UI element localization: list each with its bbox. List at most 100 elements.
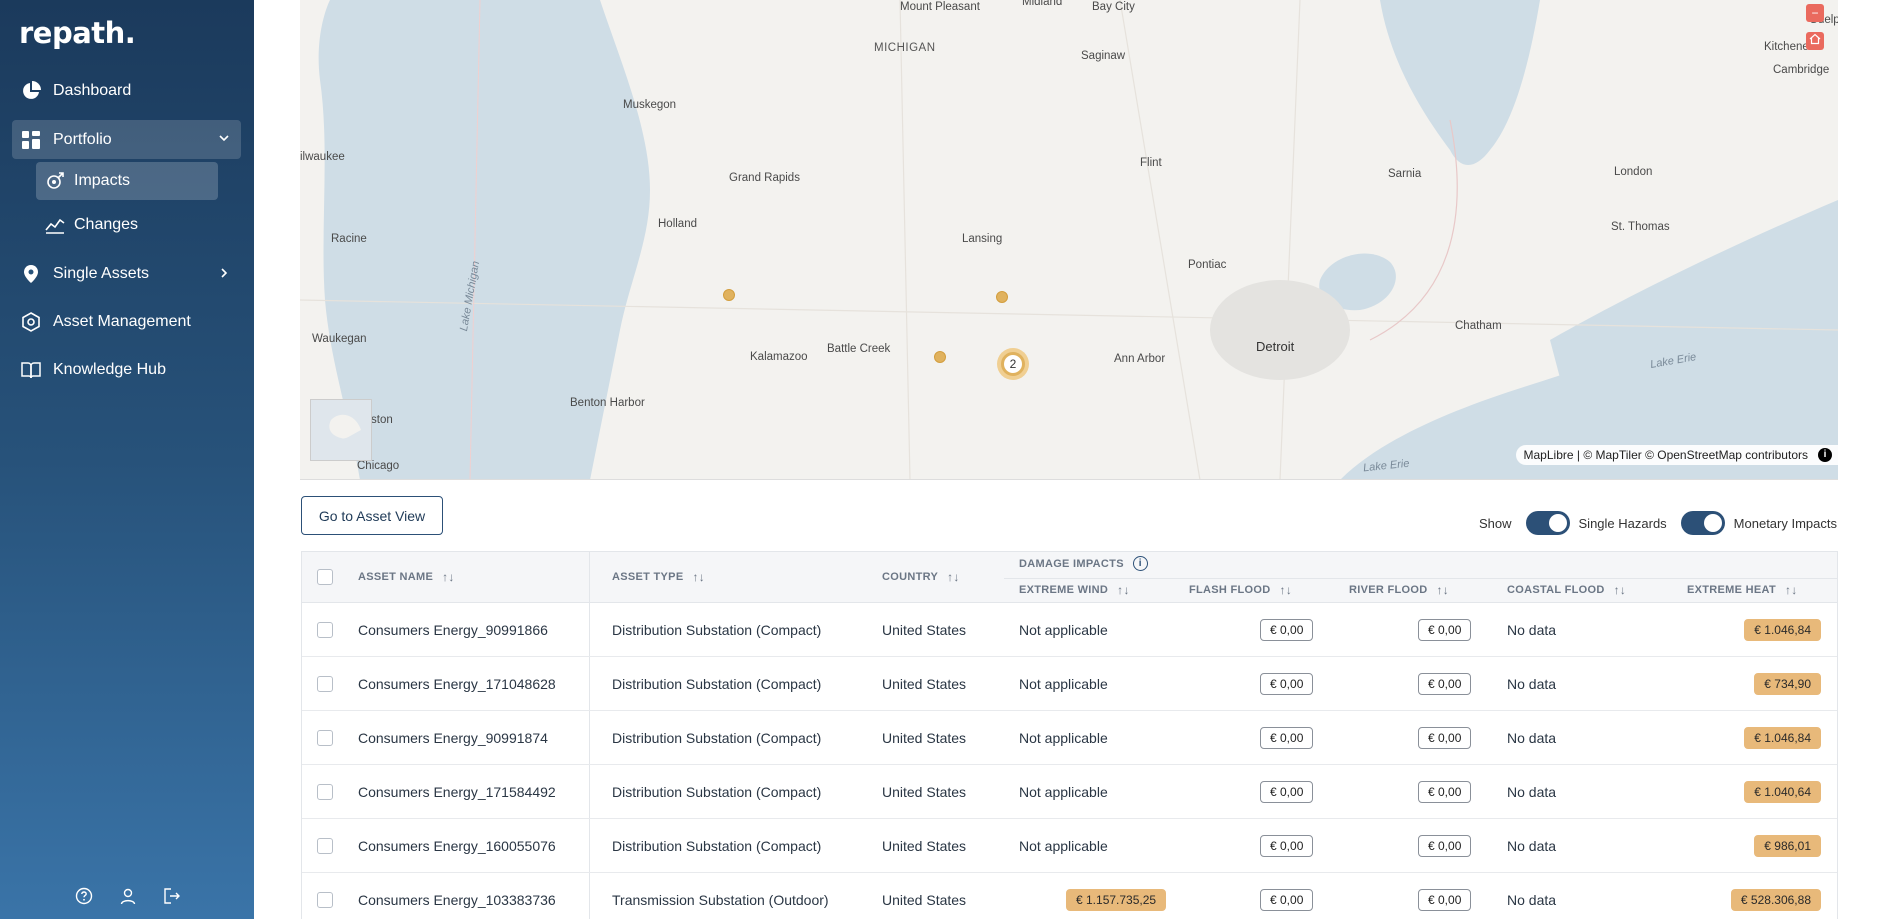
map-label: Grand Rapids (729, 172, 800, 184)
sidebar-item-portfolio[interactable]: Portfolio (12, 120, 241, 159)
pie-chart-icon (20, 80, 42, 102)
header-asset-type[interactable]: ASSET TYPE ↑↓ (612, 570, 705, 584)
asset-name-cell[interactable]: Consumers Energy_160055076 (358, 819, 556, 873)
sort-icon[interactable]: ↑↓ (947, 570, 960, 584)
extreme-wind-cell: Not applicable (1019, 730, 1108, 746)
single-hazards-toggle[interactable] (1525, 511, 1570, 535)
book-icon (20, 359, 42, 381)
sidebar-item-dashboard[interactable]: Dashboard (12, 72, 241, 110)
header-extreme-heat[interactable]: EXTREME HEAT ↑↓ (1687, 583, 1798, 597)
grid-icon (20, 129, 42, 151)
asset-name-cell[interactable]: Consumers Energy_171048628 (358, 657, 556, 711)
info-icon[interactable]: i (1818, 448, 1832, 462)
sort-icon[interactable]: ↑↓ (1436, 583, 1449, 597)
asset-marker[interactable] (934, 351, 946, 363)
row-checkbox[interactable] (317, 892, 333, 908)
header-label: ASSET NAME (358, 571, 434, 583)
river-flood-value: € 0,00 (1418, 673, 1472, 695)
table-row[interactable]: Consumers Energy_171584492 Distribution … (302, 765, 1837, 819)
monetary-impacts-label: Monetary Impacts (1733, 515, 1837, 531)
table-row[interactable]: Consumers Energy_103383736 Transmission … (302, 873, 1837, 919)
map-label: St. Thomas (1611, 221, 1670, 233)
sort-icon[interactable]: ↑↓ (442, 570, 455, 584)
sort-icon[interactable]: ↑↓ (1785, 583, 1798, 597)
sidebar-item-label: Asset Management (53, 313, 191, 330)
header-flash-flood[interactable]: FLASH FLOOD ↑↓ (1189, 583, 1292, 597)
sidebar-item-single-assets[interactable]: Single Assets (12, 255, 241, 293)
cluster-count: 2 (1001, 352, 1025, 376)
single-hazards-label: Single Hazards (1578, 515, 1667, 531)
row-checkbox[interactable] (317, 784, 333, 800)
extreme-wind-cell: Not applicable (1019, 838, 1108, 854)
help-icon[interactable] (72, 884, 96, 908)
sidebar-item-label: Dashboard (53, 82, 132, 99)
map-label: Benton Harbor (570, 397, 645, 409)
map-view[interactable]: Mount Pleasant Midland Bay City MICHIGAN… (300, 0, 1838, 480)
sidebar-item-knowledge-hub[interactable]: Knowledge Hub (12, 351, 241, 389)
row-checkbox[interactable] (317, 676, 333, 692)
map-base-layer (300, 0, 1838, 479)
asset-name-cell[interactable]: Consumers Energy_90991866 (358, 603, 548, 657)
header-coastal-flood[interactable]: COASTAL FLOOD ↑↓ (1507, 583, 1626, 597)
asset-name-cell[interactable]: Consumers Energy_103383736 (358, 873, 556, 919)
group-divider (1004, 578, 1837, 579)
river-flood-value: € 0,00 (1418, 781, 1472, 803)
extreme-wind-cell: Not applicable (1019, 784, 1108, 800)
asset-name-cell[interactable]: Consumers Energy_90991874 (358, 711, 548, 765)
table-row[interactable]: Consumers Energy_90991866 Distribution S… (302, 603, 1837, 657)
header-label: EXTREME HEAT (1687, 584, 1776, 596)
monetary-impacts-toggle[interactable] (1680, 511, 1725, 535)
asset-marker[interactable] (723, 289, 735, 301)
attribution-text: MapLibre | © MapTiler © OpenStreetMap co… (1523, 448, 1808, 462)
sort-icon[interactable]: ↑↓ (1117, 583, 1130, 597)
user-icon[interactable] (116, 884, 140, 908)
river-flood-value: € 0,00 (1418, 835, 1472, 857)
country-cell: United States (882, 784, 967, 800)
sidebar-subitem-changes[interactable]: Changes (36, 206, 218, 244)
map-label: Pontiac (1188, 259, 1227, 271)
select-all-checkbox[interactable] (317, 569, 333, 585)
asset-name-cell[interactable]: Consumers Energy_171584492 (358, 765, 556, 819)
extreme-wind-cell: Not applicable (1019, 676, 1108, 692)
header-extreme-wind[interactable]: EXTREME WIND ↑↓ (1019, 583, 1130, 597)
sort-icon[interactable]: ↑↓ (692, 570, 705, 584)
sidebar-subitem-impacts[interactable]: Impacts (36, 162, 218, 200)
sidebar-item-asset-management[interactable]: Asset Management (12, 303, 241, 341)
map-label: Cambridge (1773, 64, 1830, 76)
sort-icon[interactable]: ↑↓ (1614, 583, 1627, 597)
sidebar: repath. Dashboard Portfolio Impacts Chan… (0, 0, 254, 919)
minimap[interactable] (310, 399, 372, 461)
map-label: Holland (658, 218, 697, 230)
map-label: Bay City (1092, 1, 1135, 13)
extreme-wind-cell: Not applicable (1019, 622, 1108, 638)
map-label: Detroit (1256, 339, 1295, 354)
header-asset-name[interactable]: ASSET NAME ↑↓ (358, 570, 455, 584)
extreme-heat-value: € 986,01 (1754, 835, 1821, 857)
table-row[interactable]: Consumers Energy_90991874 Distribution S… (302, 711, 1837, 765)
map-label: Chatham (1455, 320, 1502, 332)
table-row[interactable]: Consumers Energy_160055076 Distribution … (302, 819, 1837, 873)
home-icon[interactable] (1806, 32, 1824, 50)
chevron-right-icon (217, 266, 231, 285)
go-to-asset-view-button[interactable]: Go to Asset View (301, 496, 443, 535)
table-row[interactable]: Consumers Energy_171048628 Distribution … (302, 657, 1837, 711)
asset-type-cell: Transmission Substation (Outdoor) (612, 892, 829, 908)
minus-icon[interactable]: − (1806, 4, 1824, 22)
display-toggles: Show Single Hazards Monetary Impacts (1479, 511, 1837, 535)
info-icon[interactable]: i (1132, 556, 1148, 571)
row-checkbox[interactable] (317, 730, 333, 746)
sort-icon[interactable]: ↑↓ (1280, 583, 1293, 597)
logout-icon[interactable] (160, 884, 184, 908)
map-label: Kalamazoo (750, 351, 808, 363)
flash-flood-value: € 0,00 (1260, 835, 1314, 857)
row-checkbox[interactable] (317, 838, 333, 854)
header-country[interactable]: COUNTRY ↑↓ (882, 570, 960, 584)
map-label: Midland (1022, 0, 1063, 8)
repath-logo[interactable]: repath. (19, 16, 136, 50)
river-flood-value: € 0,00 (1418, 727, 1472, 749)
asset-cluster[interactable]: 2 (997, 348, 1029, 380)
asset-marker[interactable] (996, 291, 1008, 303)
header-river-flood[interactable]: RIVER FLOOD ↑↓ (1349, 583, 1449, 597)
row-checkbox[interactable] (317, 622, 333, 638)
coastal-flood-cell: No data (1507, 676, 1557, 692)
